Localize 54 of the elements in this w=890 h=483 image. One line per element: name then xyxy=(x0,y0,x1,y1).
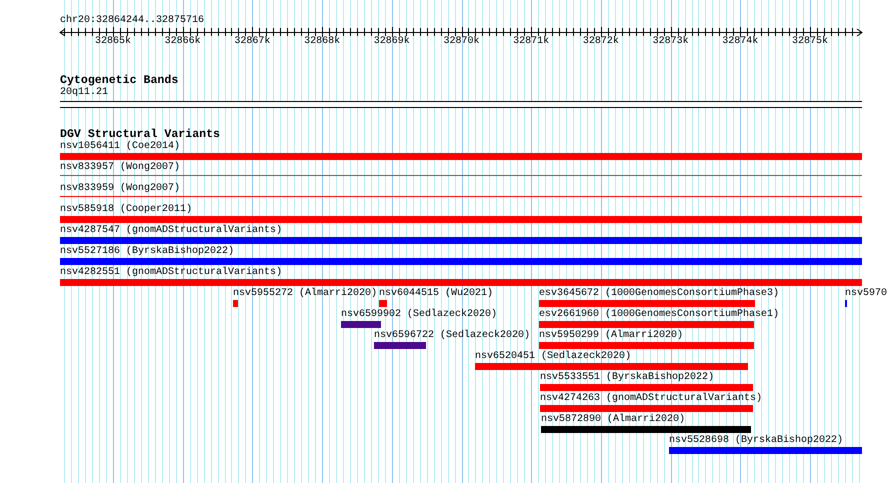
ruler-tick-label: 32870k xyxy=(444,36,480,48)
variant-label[interactable]: nsv833957 (Wong2007) xyxy=(60,162,180,174)
variant-label[interactable]: nsv5950299 (Almarri2020) xyxy=(539,330,684,342)
ruler-tick-label: 32874k xyxy=(722,36,758,48)
track-title: Cytogenetic Bands xyxy=(60,75,180,87)
variant-bar[interactable] xyxy=(539,342,754,349)
variant-label[interactable]: nsv6520451 (Sedlazeck2020) xyxy=(475,351,632,363)
variant-label[interactable]: nsv833959 (Wong2007) xyxy=(60,183,180,195)
variant-bar[interactable] xyxy=(539,300,755,307)
variant-bar[interactable] xyxy=(60,216,862,223)
variant-label[interactable]: nsv5872890 (Almarri2020) xyxy=(541,414,686,426)
variant-bar[interactable] xyxy=(233,300,238,307)
variant-line[interactable] xyxy=(60,196,862,197)
variant-bar[interactable] xyxy=(341,321,381,328)
location-label: chr20:32864244..32875716 xyxy=(60,15,206,27)
variant-bar[interactable] xyxy=(60,279,862,286)
variant-bar[interactable] xyxy=(374,342,426,349)
variant-bar[interactable] xyxy=(539,321,754,328)
variant-bar[interactable] xyxy=(60,153,862,160)
variant-label[interactable]: nsv4287547 (gnomADStructuralVariants) xyxy=(60,225,282,237)
variant-label[interactable]: nsv1056411 (Coe2014) xyxy=(60,141,180,153)
ruler-tick-label: 32872k xyxy=(582,36,619,48)
variant-label[interactable]: nsv6044515 (Wu2021) xyxy=(379,288,494,300)
variant-label[interactable]: nsv5955272 (Almarri2020) xyxy=(233,288,378,300)
ruler-tick-label: 32866k xyxy=(164,36,201,48)
variant-label[interactable]: nsv6599902 (Sedlazeck2020) xyxy=(341,309,498,321)
ruler-tick-label: 32865k xyxy=(95,36,131,48)
variant-bar[interactable] xyxy=(541,426,751,433)
variant-label[interactable]: nsv6596722 (Sedlazeck2020) xyxy=(374,330,530,342)
ruler-tick-label: 32871k xyxy=(513,36,550,48)
ruler-tick-label: 32873k xyxy=(652,36,689,48)
variant-label[interactable]: nsv4274263 (gnomADStructuralVariants) xyxy=(540,393,762,405)
variant-bar[interactable] xyxy=(379,300,387,307)
variant-label[interactable]: nsv5533551 (ByrskaBishop2022) xyxy=(540,372,714,384)
variant-label[interactable]: nsv585918 (Cooper2011) xyxy=(60,204,192,216)
track-title: DGV Structural Variants xyxy=(60,129,222,141)
ruler-tick-label: 32875k xyxy=(792,36,828,48)
variant-label[interactable]: nsv5528698 (ByrskaBishop2022) xyxy=(669,435,844,447)
variant-label[interactable]: nsv5527186 (ByrskaBishop2022) xyxy=(60,246,234,258)
band-label: 20q11.21 xyxy=(60,87,110,99)
variant-bar[interactable] xyxy=(60,258,862,265)
variant-line[interactable] xyxy=(60,175,862,176)
ruler-tick-label: 32867k xyxy=(234,36,270,48)
variant-label[interactable]: esv2661960 (1000GenomesConsortiumPhase1) xyxy=(539,309,780,321)
ruler-tick-label: 32868k xyxy=(304,36,340,48)
variant-bar[interactable] xyxy=(540,384,753,391)
variant-label[interactable]: nsv4282551 (gnomADStructuralVariants) xyxy=(60,267,282,279)
ruler-tick-label: 32869k xyxy=(374,36,410,48)
variant-bar[interactable] xyxy=(60,237,862,244)
variant-bar[interactable] xyxy=(669,447,862,454)
variant-bar[interactable] xyxy=(475,363,748,370)
variant-bar[interactable] xyxy=(540,405,753,412)
variant-label[interactable]: nsv5970 xyxy=(845,288,888,300)
variant-label[interactable]: esv3645672 (1000GenomesConsortiumPhase3) xyxy=(539,288,780,300)
